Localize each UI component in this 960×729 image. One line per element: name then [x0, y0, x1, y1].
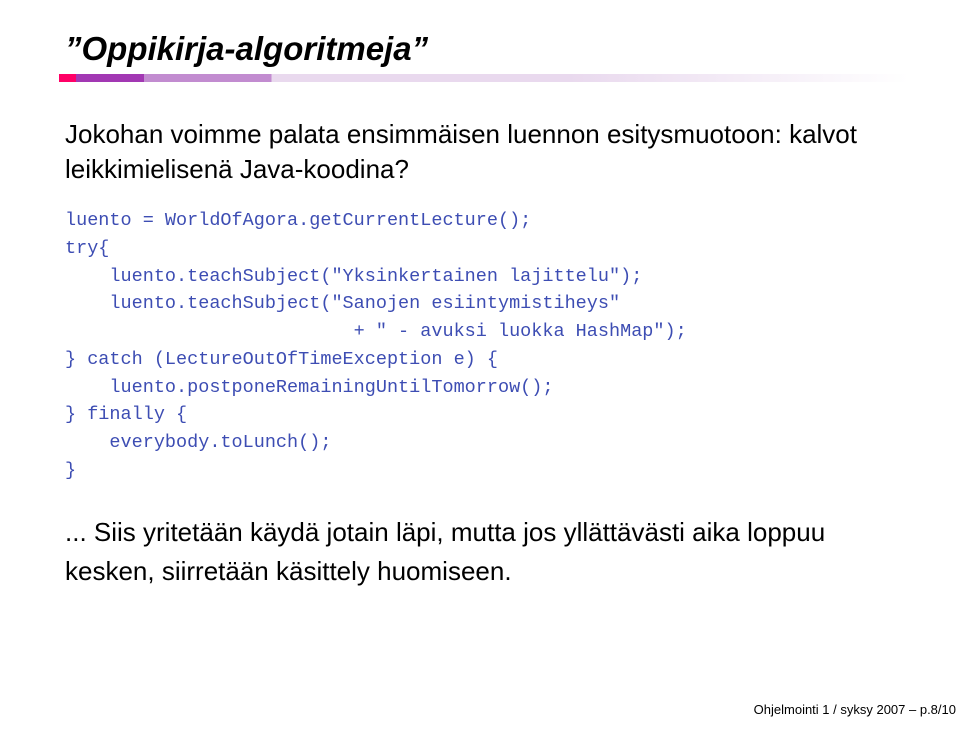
slide-body: Jokohan voimme palata ensimmäisen luenno… — [55, 82, 905, 591]
slide-footer: Ohjelmointi 1 / syksy 2007 – p.8/10 — [754, 702, 956, 717]
slide: ”Oppikirja-algoritmeja” Jokohan voimme p… — [0, 0, 960, 729]
slide-title: ”Oppikirja-algoritmeja” — [55, 30, 905, 68]
outro-text: ... Siis yritetään käydä jotain läpi, mu… — [65, 513, 895, 591]
intro-text: Jokohan voimme palata ensimmäisen luenno… — [65, 117, 895, 187]
code-block: luento = WorldOfAgora.getCurrentLecture(… — [65, 207, 895, 485]
title-underline — [59, 74, 909, 82]
